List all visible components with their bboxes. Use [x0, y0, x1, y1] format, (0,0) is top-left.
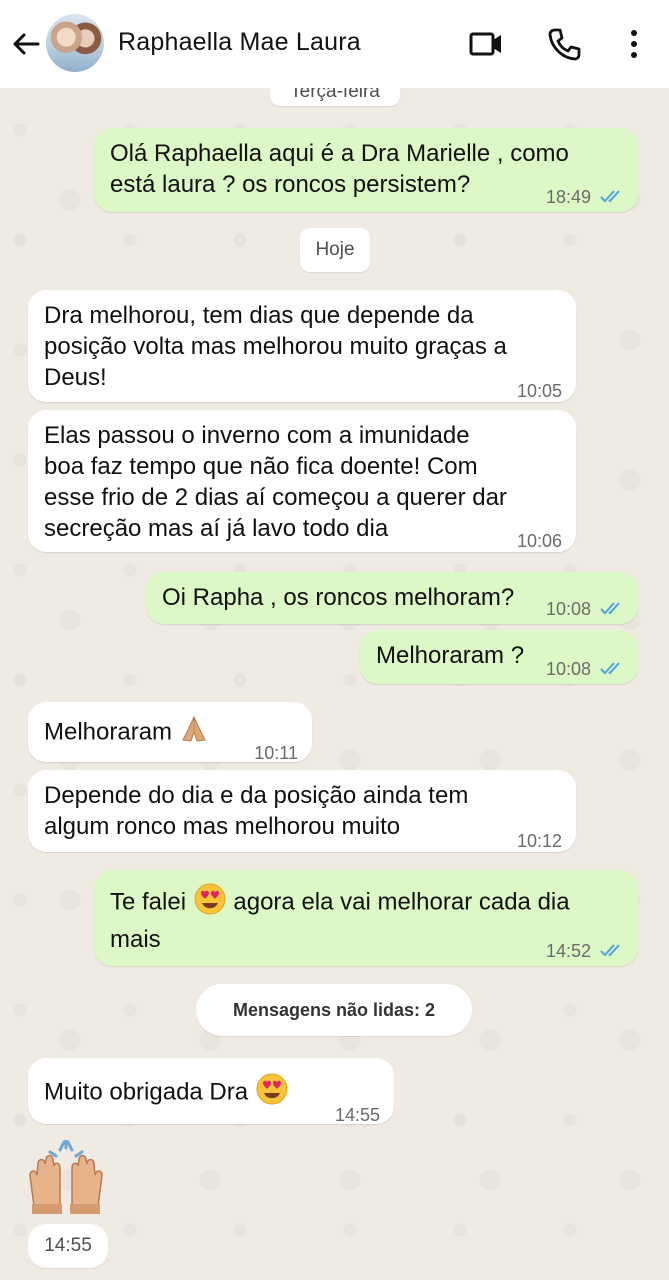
message-outgoing[interactable]: Melhoraram ? 10:08	[360, 630, 638, 684]
message-text: Melhoraram ?	[376, 642, 525, 669]
message-text: Depende do dia e da posição ainda tem	[44, 782, 469, 809]
message-text: Deus!	[44, 364, 107, 391]
message-time: 14:55	[44, 1235, 92, 1256]
chat-header: Raphaella Mae Laura	[0, 0, 669, 88]
contact-name[interactable]: Raphaella Mae Laura	[118, 28, 361, 57]
back-arrow-icon[interactable]	[10, 28, 42, 60]
message-incoming[interactable]: Melhoraram 10:11	[28, 702, 312, 763]
message-time: 10:05	[516, 381, 562, 401]
heart-eyes-emoji-icon	[255, 1072, 289, 1114]
message-incoming-emoji[interactable]	[26, 1138, 116, 1220]
message-time: 10:08	[545, 659, 591, 679]
date-chip-today: Hoje	[300, 228, 370, 272]
message-outgoing[interactable]: Olá Raphaella aqui é a Dra Marielle , co…	[94, 128, 638, 212]
message-time: 14:55	[334, 1105, 380, 1125]
message-time: 10:12	[516, 831, 562, 851]
video-call-icon[interactable]	[468, 26, 504, 62]
message-text: Elas passou o inverno com a imunidade	[44, 422, 470, 449]
read-ticks-icon	[600, 595, 626, 626]
message-time-chip: 14:55	[28, 1224, 108, 1268]
message-incoming[interactable]: Depende do dia e da posição ainda tem al…	[28, 770, 576, 852]
message-time: 14:52	[545, 941, 591, 961]
message-text: esse frio de 2 dias aí começou a querer …	[44, 484, 507, 511]
message-list[interactable]: Terça-feira Olá Raphaella aqui é a Dra M…	[0, 82, 669, 1280]
message-text: agora ela vai melhorar cada dia	[233, 888, 570, 916]
unread-messages-label: Mensagens não lidas: 2	[232, 1000, 436, 1020]
message-text: Melhoraram	[44, 718, 173, 746]
raising-hands-icon	[29, 1138, 103, 1214]
read-ticks-icon	[600, 937, 626, 968]
message-text: Te falei	[110, 888, 187, 916]
message-time: 10:08	[545, 599, 591, 619]
read-ticks-icon	[600, 183, 626, 214]
message-text: secreção mas aí já lavo todo dia	[44, 515, 389, 542]
read-ticks-icon	[600, 655, 626, 686]
message-incoming[interactable]: Dra melhorou, tem dias que depende da po…	[28, 290, 576, 402]
message-text: Olá Raphaella aqui é a Dra Marielle , co…	[110, 140, 569, 167]
message-text: Oi Rapha , os roncos melhoram?	[162, 584, 515, 611]
message-time: 10:06	[516, 531, 562, 551]
message-time: 10:11	[254, 743, 298, 763]
message-text: Dra melhorou, tem dias que depende da	[44, 302, 474, 329]
message-outgoing[interactable]: Te falei agora ela vai melhorar cada dia…	[94, 870, 638, 966]
message-text: boa faz tempo que não fica doente! Com	[44, 453, 478, 480]
message-incoming[interactable]: Muito obrigada Dra 14:55	[28, 1058, 394, 1125]
date-chip-label: Hoje	[315, 239, 355, 260]
message-text: está laura ? os roncos persistem?	[110, 171, 471, 198]
more-vert-icon[interactable]	[616, 26, 652, 62]
folded-hands-icon	[179, 714, 209, 752]
message-text: mais	[110, 926, 161, 953]
message-text: Muito obrigada Dra	[44, 1078, 249, 1106]
message-outgoing[interactable]: Oi Rapha , os roncos melhoram? 10:08	[146, 572, 638, 624]
message-text: posição volta mas melhorou muito graças …	[44, 333, 507, 360]
message-text: algum ronco mas melhorou muito	[44, 813, 401, 840]
message-incoming[interactable]: Elas passou o inverno com a imunidade bo…	[28, 410, 576, 552]
phone-icon[interactable]	[546, 26, 582, 62]
contact-avatar[interactable]	[46, 14, 104, 72]
unread-messages-banner: Mensagens não lidas: 2	[196, 984, 472, 1036]
message-time: 18:49	[545, 187, 591, 207]
heart-eyes-emoji-icon	[193, 882, 227, 924]
